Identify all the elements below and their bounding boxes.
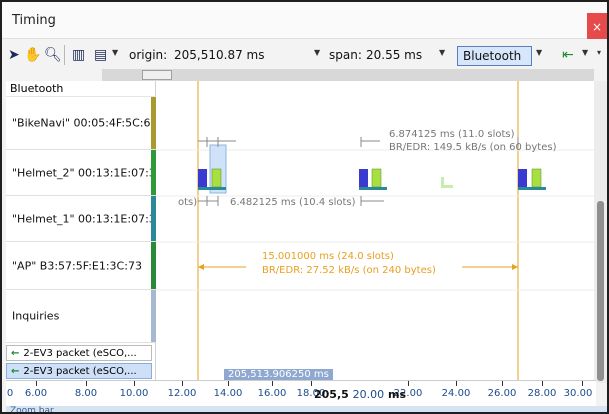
device-row[interactable]: "AP" B3:57:5F:E1:3C:73 (6, 242, 156, 290)
timing-window: Timing × ➤ ✋ 🔍︎ ▥ ▤ ▼ origin: 205,510.87… (0, 0, 609, 414)
title-bar: Timing × (2, 2, 607, 43)
tick-label: 26.00 (487, 388, 517, 399)
device-label: "AP" B3:57:5F:E1:3C:73 (12, 259, 142, 272)
packet-block (359, 169, 368, 187)
axis-tick (311, 381, 312, 386)
device-row[interactable]: Inquiries (6, 290, 156, 343)
tick-label: 16.00 (257, 388, 287, 399)
scrollbar-thumb[interactable] (597, 201, 604, 381)
axis-tick (408, 381, 409, 386)
axis-tick (542, 381, 543, 386)
annotation-text: 6.874125 ms (11.0 slots) (389, 129, 515, 140)
device-label: "Helmet_2" 00:13:1E:07:3... (12, 166, 167, 179)
timing-plot[interactable]: 6.874125 ms (11.0 slots) BR/EDR: 149.5 k… (156, 81, 594, 381)
annotation-text: 6.482125 ms (10.4 slots) (230, 197, 356, 208)
chevron-down-icon[interactable]: ▼ (582, 48, 588, 57)
packet-block (371, 168, 382, 188)
tick-label: 12.00 (167, 388, 197, 399)
filter-icon[interactable]: ▤ (94, 46, 107, 64)
hand-icon[interactable]: ✋ (24, 46, 41, 64)
annotation-text: 15.001000 ms (24.0 slots) (262, 251, 394, 262)
axis-tick (456, 381, 457, 386)
chevron-down-icon[interactable]: ▼ (112, 48, 118, 57)
packet-block (198, 169, 207, 187)
axis-center-prefix: 205,5 (314, 388, 349, 401)
zoom-bar[interactable]: Zoom bar (6, 406, 607, 412)
axis-tick (36, 381, 37, 386)
axis-tick (228, 381, 229, 386)
device-row[interactable]: "Helmet_2" 00:13:1E:07:3... (6, 150, 166, 196)
time-axis[interactable]: 0 6.00 8.00 10.00 12.00 14.00 16.00 18.0… (6, 380, 596, 406)
zoom-icon[interactable]: 🔍︎ (44, 46, 62, 64)
window-title: Timing (12, 13, 56, 28)
axis-center-label: 205,5 20.00 ms (314, 388, 406, 401)
annotation-text: BR/EDR: 27.52 kB/s (on 240 bytes) (262, 265, 436, 276)
packet-block (518, 169, 527, 187)
tick-label: 30.00 (563, 388, 593, 399)
packet-list-item[interactable]: ← 2-EV3 packet (eSCO,... (6, 363, 152, 379)
chevron-down-icon[interactable]: ▼ (314, 48, 320, 57)
device-row[interactable]: "BikeNavi" 00:05:4F:5C:6D... (6, 97, 169, 150)
chevron-down-icon[interactable]: ▼ (536, 48, 542, 57)
span-label: span: (329, 48, 362, 62)
axis-tick (182, 381, 183, 386)
axis-center-unit: ms (387, 388, 406, 401)
origin-value[interactable]: 205,510.87 ms (174, 48, 264, 62)
timing-canvas[interactable]: 6.874125 ms (11.0 slots) BR/EDR: 149.5 k… (156, 81, 594, 381)
arrow-head (512, 264, 518, 270)
packet-block (531, 168, 542, 188)
annotation-text: BR/EDR: 149.5 kB/s (on 60 bytes) (389, 142, 557, 153)
toolbar-separator (64, 45, 65, 65)
vertical-scrollbar[interactable] (594, 81, 607, 383)
technology-select[interactable]: Bluetooth (457, 46, 532, 66)
packet-block (211, 168, 222, 188)
packet-base (518, 187, 546, 190)
tick-label: 14.00 (213, 388, 243, 399)
tick-label: 6.00 (24, 388, 48, 399)
packet-list-item[interactable]: ← 2-EV3 packet (eSCO,... (6, 345, 152, 361)
device-label: Inquiries (12, 309, 60, 323)
tick-label: 24.00 (441, 388, 471, 399)
axis-tick (582, 381, 583, 386)
packet-label: 2-EV3 packet (eSCO,... (23, 348, 137, 359)
axis-center-value: 20.00 (352, 388, 385, 401)
tick-label: 0 (6, 388, 14, 399)
packet-base (441, 185, 453, 188)
pointer-icon[interactable]: ➤ (8, 46, 20, 64)
packet-label: 2-EV3 packet (eSCO,... (23, 366, 137, 377)
overflow-icon[interactable]: ▾ (597, 48, 601, 57)
axis-tick (502, 381, 503, 386)
arrow-head (198, 264, 204, 270)
arrow-left-icon: ← (11, 348, 20, 359)
device-label: "BikeNavi" 00:05:4F:5C:6D... (12, 116, 170, 130)
group-header: Bluetooth (6, 81, 156, 97)
axis-tick (86, 381, 87, 386)
layout-icon[interactable]: ▥ (72, 46, 85, 64)
tick-label: 8.00 (74, 388, 98, 399)
span-value[interactable]: 20.55 ms (366, 48, 422, 62)
device-row[interactable]: "Helmet_1" 00:13:1E:07:3... (6, 196, 166, 242)
packet-base (198, 187, 226, 190)
axis-tick (134, 381, 135, 386)
insert-icon[interactable]: ⇤ (562, 46, 574, 64)
device-list: Bluetooth "BikeNavi" 00:05:4F:5C:6D... "… (6, 81, 169, 381)
annotation-text: ots) (178, 197, 197, 208)
arrow-left-icon: ← (11, 366, 20, 377)
overview-strip[interactable] (102, 69, 594, 81)
tick-label: 10.00 (119, 388, 149, 399)
overview-window[interactable] (142, 70, 172, 80)
origin-label: origin: (129, 48, 168, 62)
chevron-down-icon[interactable]: ▼ (439, 48, 445, 57)
tick-label: 28.00 (527, 388, 557, 399)
packet-base (359, 187, 387, 190)
axis-tick (272, 381, 273, 386)
device-label: "Helmet_1" 00:13:1E:07:3... (12, 212, 167, 225)
toolbar: ➤ ✋ 🔍︎ ▥ ▤ ▼ origin: 205,510.87 ms ▼ spa… (2, 39, 607, 69)
